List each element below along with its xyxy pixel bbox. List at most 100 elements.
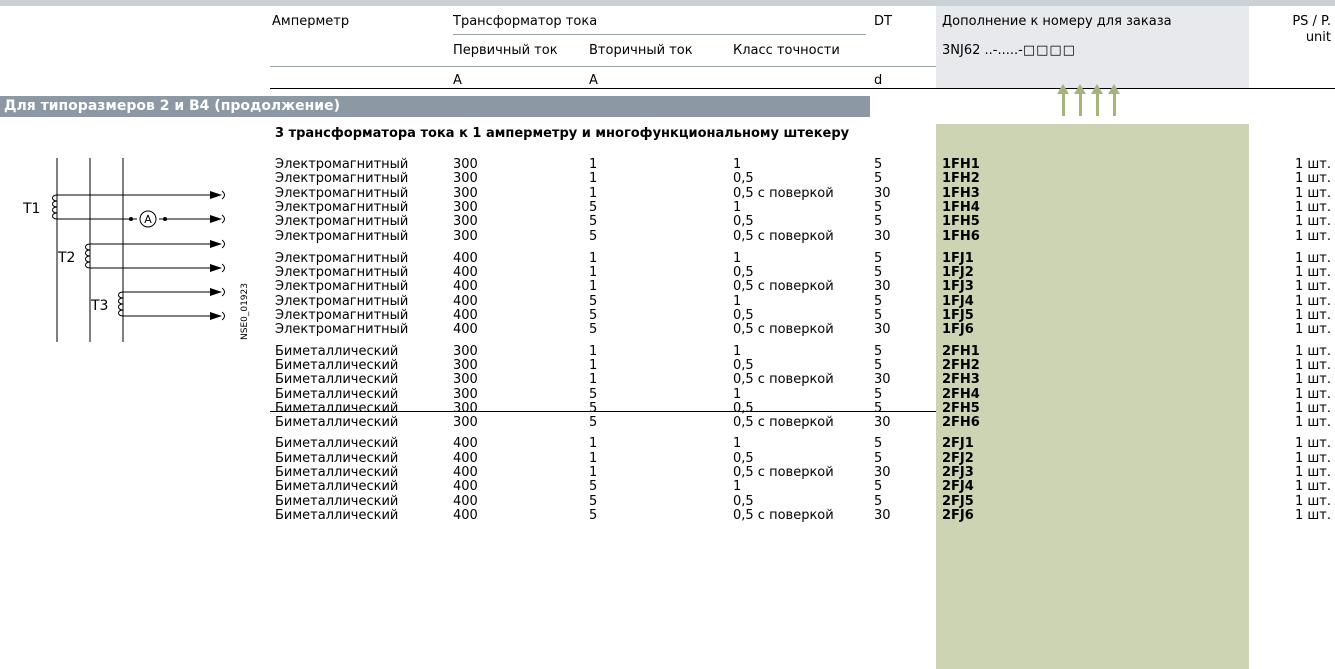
row-primary: 300 <box>453 214 478 229</box>
row-order-code: 2FJ4 <box>942 479 974 494</box>
row-secondary: 5 <box>589 401 598 416</box>
arrow-up-icon <box>1096 94 1099 116</box>
row-order-code: 1FH6 <box>942 229 980 244</box>
row-unit: 1 шт. <box>1294 171 1331 186</box>
col-header-ps: PS / P. <box>1292 14 1331 29</box>
row-accuracy: 0,5 <box>733 401 754 416</box>
row-order-code: 1FJ2 <box>942 265 974 280</box>
arrow-up-icon <box>1062 94 1065 116</box>
row-order-code: 2FJ2 <box>942 451 974 466</box>
row-primary: 400 <box>453 494 478 509</box>
row-unit: 1 шт. <box>1294 322 1331 337</box>
row-secondary: 5 <box>589 415 598 430</box>
table-row: Биметаллический 300 1 1 5 2FH1 1 шт. <box>0 345 1331 359</box>
row-primary: 300 <box>453 372 478 387</box>
row-type: Биметаллический <box>275 415 399 430</box>
unit-secondary: A <box>589 73 598 88</box>
table-row: Электромагнитный 400 1 1 5 1FJ1 1 шт. <box>0 252 1331 266</box>
row-accuracy: 0,5 с поверкой <box>733 508 834 523</box>
row-primary: 300 <box>453 157 478 172</box>
row-dt: 30 <box>874 415 891 430</box>
row-type: Электромагнитный <box>275 279 409 294</box>
row-accuracy: 0,5 с поверкой <box>733 279 834 294</box>
row-dt: 30 <box>874 322 891 337</box>
row-type: Электромагнитный <box>275 322 409 337</box>
row-type: Электромагнитный <box>275 294 409 309</box>
row-dt: 30 <box>874 465 891 480</box>
row-type: Электромагнитный <box>275 229 409 244</box>
row-dt: 5 <box>874 171 883 186</box>
table-row: Биметаллический 400 1 0,5 5 2FJ2 1 шт. <box>0 452 1331 466</box>
row-primary: 300 <box>453 358 478 373</box>
row-order-code: 1FJ1 <box>942 251 974 266</box>
row-type: Биметаллический <box>275 451 399 466</box>
col-header-ammeter: Амперметр <box>272 14 350 29</box>
row-type: Биметаллический <box>275 479 399 494</box>
row-accuracy: 1 <box>733 436 742 451</box>
row-unit: 1 шт. <box>1294 157 1331 172</box>
row-dt: 5 <box>874 265 883 280</box>
row-accuracy: 0,5 с поверкой <box>733 465 834 480</box>
row-dt: 5 <box>874 479 883 494</box>
row-secondary: 1 <box>589 372 598 387</box>
row-secondary: 1 <box>589 436 598 451</box>
row-secondary: 5 <box>589 308 598 323</box>
arrow-up-icon <box>1091 84 1103 94</box>
row-type: Биметаллический <box>275 494 399 509</box>
table-row: Биметаллический 400 5 0,5 5 2FJ5 1 шт. <box>0 495 1331 509</box>
row-type: Электромагнитный <box>275 200 409 215</box>
row-primary: 400 <box>453 322 478 337</box>
order-number-pattern: 3NJ62 ..-.....-□□□□ <box>942 43 1076 58</box>
row-secondary: 5 <box>589 322 598 337</box>
row-type: Биметаллический <box>275 401 399 416</box>
row-primary: 400 <box>453 265 478 280</box>
row-dt: 5 <box>874 214 883 229</box>
row-dt: 30 <box>874 508 891 523</box>
col-header-dt: DT <box>874 14 892 29</box>
row-unit: 1 шт. <box>1294 344 1331 359</box>
row-order-code: 1FH2 <box>942 171 980 186</box>
table-row: Биметаллический 400 1 1 5 2FJ1 1 шт. <box>0 437 1331 451</box>
order-placeholder-boxes: □□□□ <box>1022 43 1076 58</box>
row-primary: 300 <box>453 387 478 402</box>
table-row: Электромагнитный 300 1 1 5 1FH1 1 шт. <box>0 158 1331 172</box>
row-primary: 400 <box>453 451 478 466</box>
row-unit: 1 шт. <box>1294 229 1331 244</box>
row-dt: 5 <box>874 251 883 266</box>
row-type: Электромагнитный <box>275 308 409 323</box>
table-row: Биметаллический 300 1 0,5 5 2FH2 1 шт. <box>0 359 1331 373</box>
row-unit: 1 шт. <box>1294 494 1331 509</box>
row-unit: 1 шт. <box>1294 308 1331 323</box>
row-dt: 30 <box>874 229 891 244</box>
row-order-code: 2FH3 <box>942 372 980 387</box>
arrow-up-icon <box>1113 94 1116 116</box>
row-secondary: 5 <box>589 214 598 229</box>
arrow-up-icon <box>1057 84 1069 94</box>
row-accuracy: 1 <box>733 251 742 266</box>
row-secondary: 1 <box>589 251 598 266</box>
table-row: Электромагнитный 400 5 0,5 с поверкой 30 1FJ6… <box>0 323 1331 337</box>
row-order-code: 2FH2 <box>942 358 980 373</box>
row-order-code: 2FH6 <box>942 415 980 430</box>
row-order-code: 1FJ5 <box>942 308 974 323</box>
row-order-code: 1FJ3 <box>942 279 974 294</box>
row-secondary: 1 <box>589 465 598 480</box>
row-accuracy: 1 <box>733 344 742 359</box>
row-type: Биметаллический <box>275 358 399 373</box>
table-row: Электромагнитный 300 5 0,5 с поверкой 30 1FH6… <box>0 230 1331 244</box>
table-row: Электромагнитный 300 5 1 5 1FH4 1 шт. <box>0 201 1331 215</box>
row-accuracy: 0,5 с поверкой <box>733 322 834 337</box>
row-order-code: 1FH4 <box>942 200 980 215</box>
row-type: Электромагнитный <box>275 265 409 280</box>
row-dt: 30 <box>874 279 891 294</box>
header-divider <box>453 34 866 35</box>
row-unit: 1 шт. <box>1294 200 1331 215</box>
row-primary: 300 <box>453 171 478 186</box>
row-primary: 400 <box>453 465 478 480</box>
row-secondary: 5 <box>589 229 598 244</box>
row-order-code: 1FJ4 <box>942 294 974 309</box>
row-type: Электромагнитный <box>275 214 409 229</box>
row-order-code: 2FH5 <box>942 401 980 416</box>
row-secondary: 1 <box>589 186 598 201</box>
table-row: Электромагнитный 400 5 0,5 5 1FJ5 1 шт. <box>0 309 1331 323</box>
